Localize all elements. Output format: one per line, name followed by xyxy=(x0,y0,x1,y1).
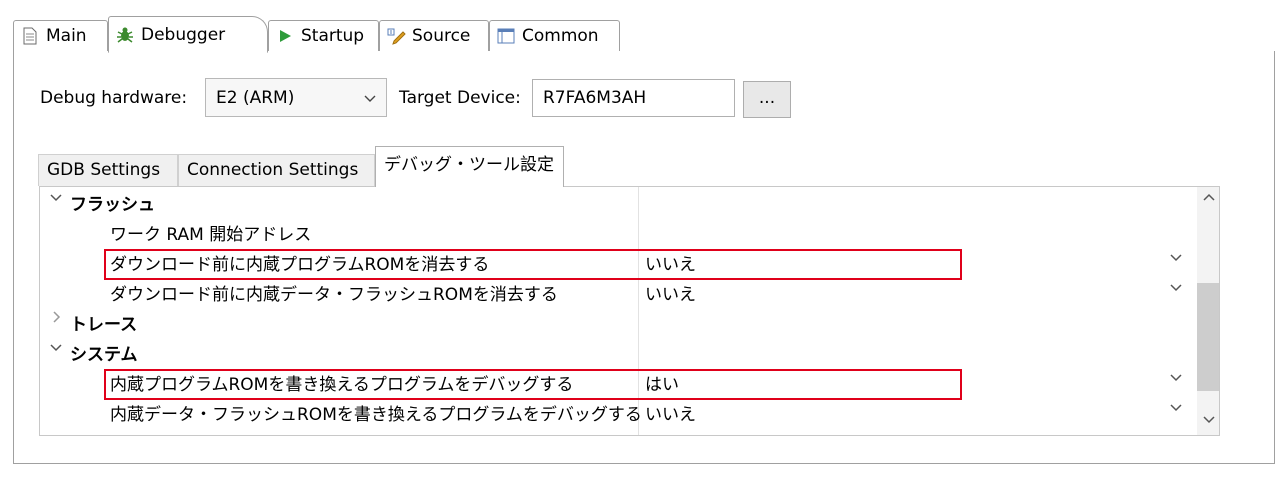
chevron-down-icon[interactable] xyxy=(1170,281,1182,297)
category-row-system[interactable]: システム xyxy=(40,337,1198,367)
category-label: フラッシュ xyxy=(70,195,155,215)
tab-common[interactable]: Common xyxy=(489,20,620,51)
category-row-trace[interactable]: トレース xyxy=(40,307,1198,337)
chevron-down-icon xyxy=(364,88,376,108)
chevron-down-icon[interactable] xyxy=(1170,251,1182,267)
scroll-thumb[interactable] xyxy=(1197,283,1219,391)
tab-debugger[interactable]: Debugger xyxy=(108,16,268,53)
tab-source[interactable]: Source xyxy=(379,20,489,51)
category-row-flash[interactable]: フラッシュ xyxy=(40,187,1198,217)
window-icon xyxy=(496,26,516,46)
category-label: システム xyxy=(70,345,138,365)
tab-startup[interactable]: Startup xyxy=(268,20,379,51)
tab-connection-settings[interactable]: Connection Settings xyxy=(178,154,375,186)
chevron-down-icon[interactable] xyxy=(1170,371,1182,387)
property-row[interactable]: ダウンロード前に内蔵データ・フラッシュROMを消去する いいえ xyxy=(40,277,1198,307)
scroll-up-icon[interactable] xyxy=(1203,191,1215,207)
highlight-box xyxy=(104,249,962,280)
browse-device-button[interactable]: ... xyxy=(743,81,791,118)
property-row[interactable]: 内蔵データ・フラッシュROMを書き換えるプログラムをデバッグする いいえ xyxy=(40,397,1198,427)
tab-source-label: Source xyxy=(412,26,471,46)
tab-gdb-settings[interactable]: GDB Settings xyxy=(38,154,178,186)
expand-chevron-icon[interactable] xyxy=(52,311,62,327)
category-label: トレース xyxy=(70,315,138,335)
debug-hardware-value: E2 (ARM) xyxy=(216,87,295,108)
launch-config-tabs: Main Debugger Startup Source Common xyxy=(13,16,1275,53)
property-row[interactable]: ワーク RAM 開始アドレス xyxy=(40,217,1198,247)
tab-main-label: Main xyxy=(46,26,87,46)
document-icon xyxy=(20,26,40,46)
highlight-box xyxy=(104,369,962,400)
tab-debug-tool-settings[interactable]: デバッグ・ツール設定 xyxy=(375,146,564,187)
property-value[interactable]: いいえ xyxy=(645,400,696,425)
expand-chevron-icon[interactable] xyxy=(50,341,62,357)
debugger-panel: Debug hardware: E2 (ARM) Target Device: … xyxy=(13,51,1275,464)
vertical-scrollbar[interactable] xyxy=(1197,187,1219,435)
play-icon xyxy=(275,26,295,46)
source-icon xyxy=(386,26,406,46)
expand-chevron-icon[interactable] xyxy=(50,191,62,207)
target-device-input[interactable]: R7FA6M3AH xyxy=(532,79,735,117)
chevron-down-icon[interactable] xyxy=(1170,401,1182,417)
property-name: ワーク RAM 開始アドレス xyxy=(110,225,312,245)
property-value[interactable]: いいえ xyxy=(645,280,696,305)
settings-tabs: GDB Settings Connection Settings デバッグ・ツー… xyxy=(38,146,1220,187)
property-name: ダウンロード前に内蔵データ・フラッシュROMを消去する xyxy=(110,285,558,305)
property-name: 内蔵データ・フラッシュROMを書き換えるプログラムをデバッグする xyxy=(110,405,642,425)
bug-icon xyxy=(115,25,135,45)
scroll-down-icon[interactable] xyxy=(1203,413,1215,429)
tab-debugger-label: Debugger xyxy=(141,24,226,45)
tab-main[interactable]: Main xyxy=(13,20,108,51)
property-table: フラッシュ ワーク RAM 開始アドレス ダウンロード前に内蔵プログラムROMを… xyxy=(39,186,1220,436)
tab-common-label: Common xyxy=(522,26,599,46)
debug-hardware-select[interactable]: E2 (ARM) xyxy=(205,78,387,117)
tab-startup-label: Startup xyxy=(301,26,365,46)
target-device-label: Target Device: xyxy=(399,88,521,108)
debug-hardware-label: Debug hardware: xyxy=(40,88,188,108)
